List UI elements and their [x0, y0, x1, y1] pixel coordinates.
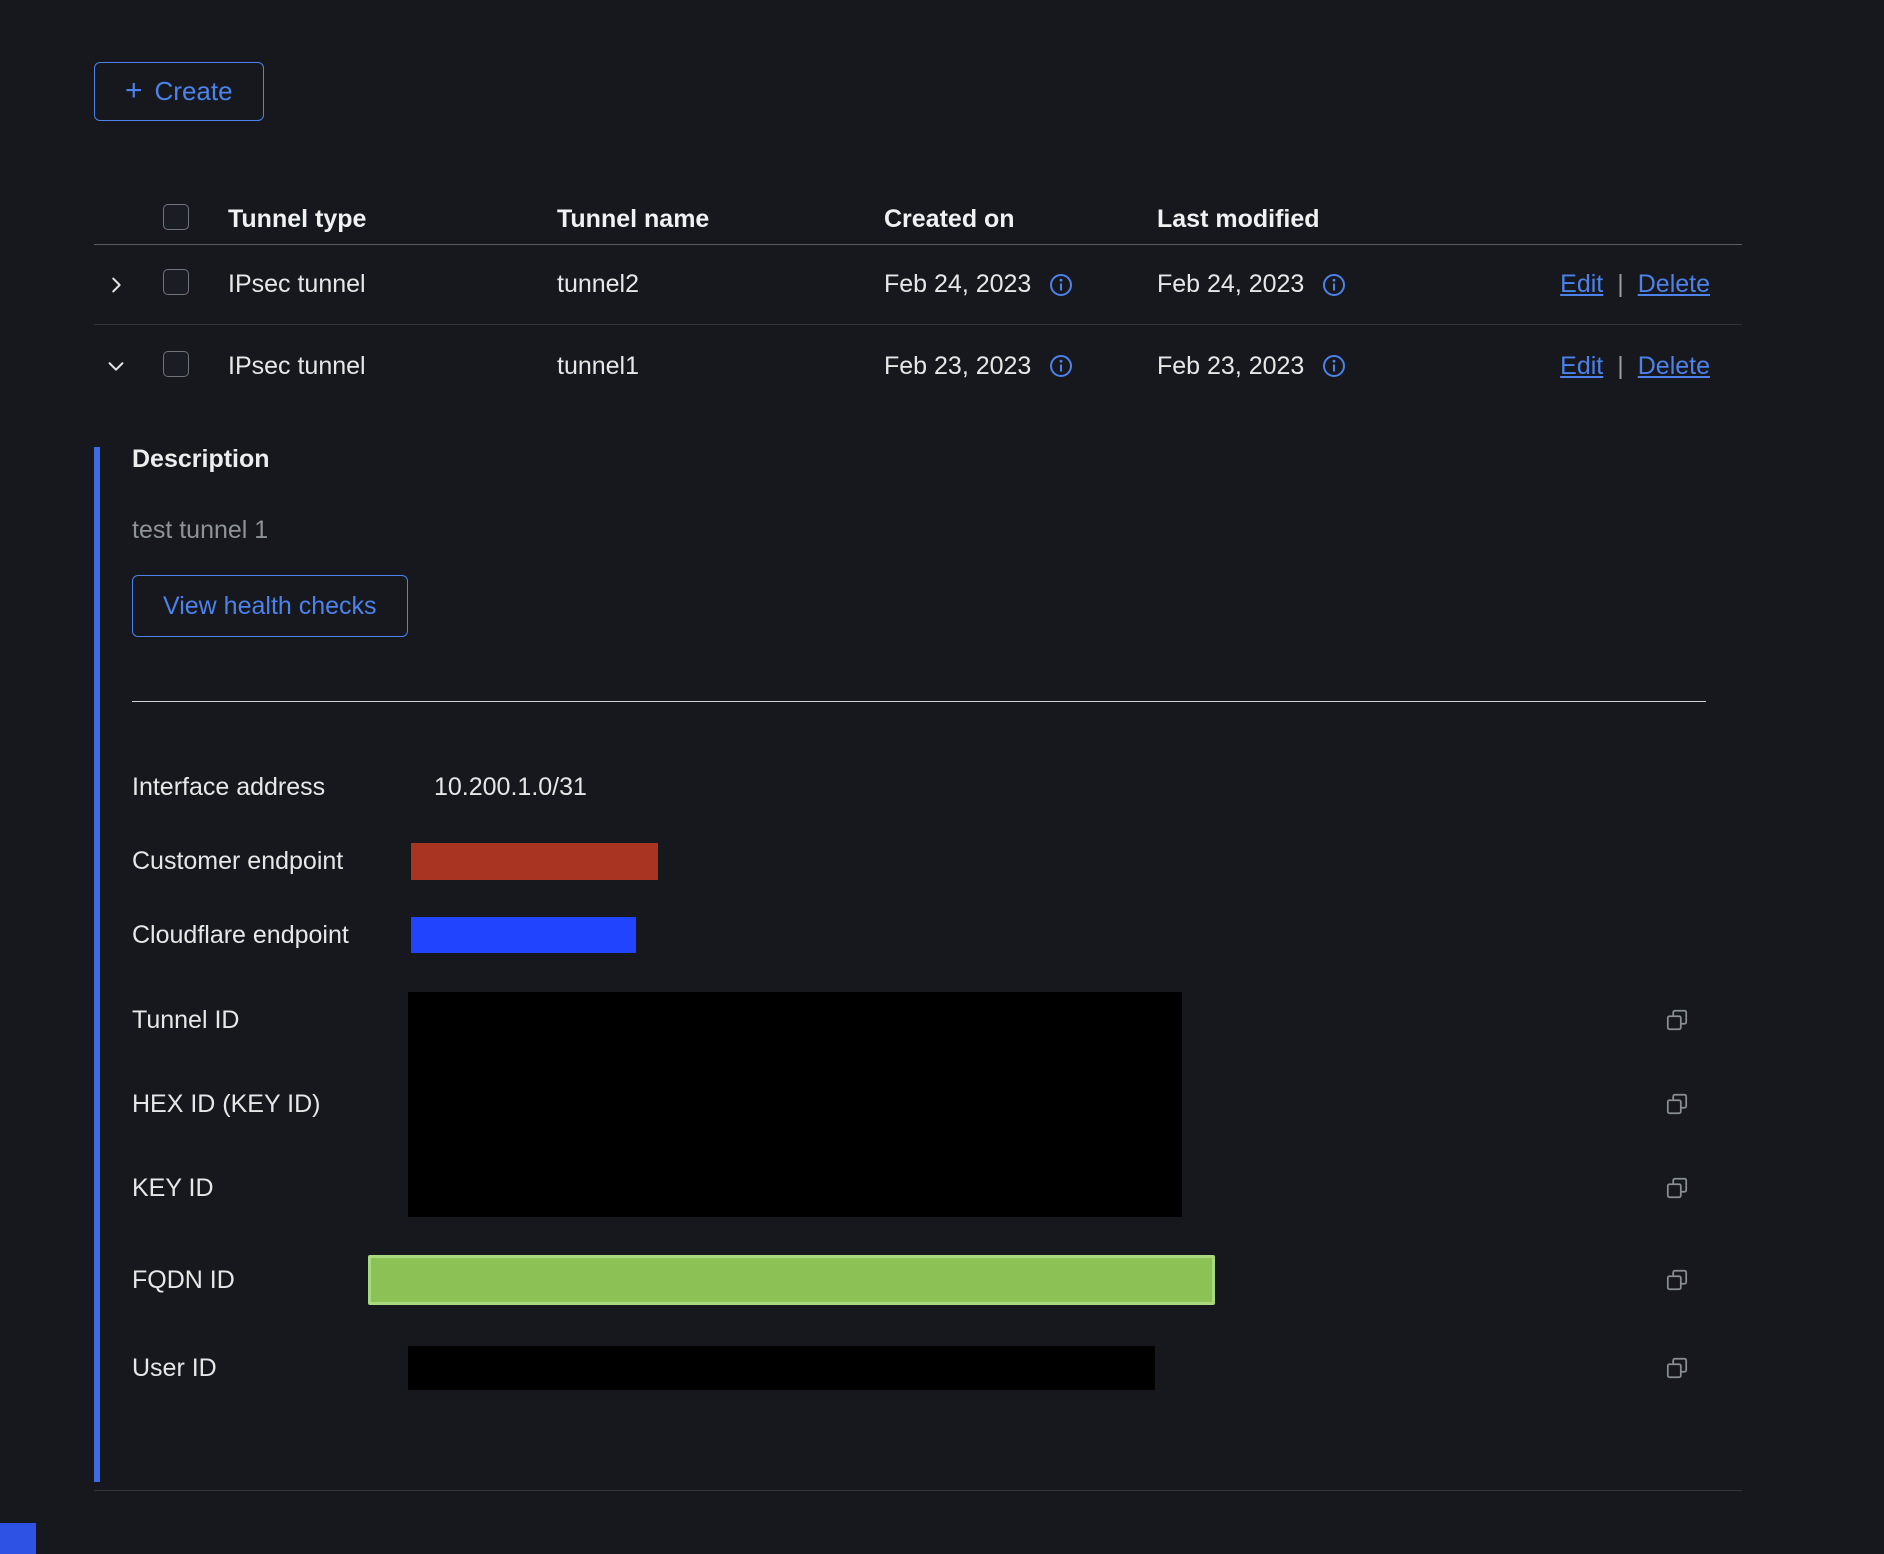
field-fqdn-id: FQDN ID: [132, 1236, 1742, 1324]
field-label: Cloudflare endpoint: [132, 921, 408, 950]
description-label: Description: [132, 445, 1742, 474]
tunnels-table: Tunnel type Tunnel name Created on Last …: [94, 194, 1742, 1491]
tunnel-type-cell: IPsec tunnel: [228, 270, 557, 299]
field-label: Customer endpoint: [132, 847, 408, 876]
fqdn-id-redaction: [368, 1255, 1215, 1305]
copy-tunnel-id-button[interactable]: [1664, 978, 1690, 1062]
copy-icon: [1664, 1091, 1690, 1117]
id-copy-buttons: [1664, 978, 1690, 1230]
row-actions: Edit | Delete: [1537, 270, 1710, 299]
created-on-value: Feb 24, 2023: [884, 270, 1031, 299]
row-actions: Edit | Delete: [1537, 352, 1710, 381]
copy-hex-id-button[interactable]: [1664, 1062, 1690, 1146]
field-label: Tunnel ID: [132, 978, 408, 1062]
row-checkbox-cell: [138, 269, 228, 300]
chevron-right-icon: [105, 274, 127, 296]
copy-fqdn-id-button[interactable]: [1664, 1267, 1690, 1293]
created-on-cell: Feb 24, 2023: [884, 270, 1157, 299]
field-label: FQDN ID: [132, 1266, 408, 1295]
created-on-cell: Feb 23, 2023: [884, 352, 1157, 381]
plus-icon: +: [125, 76, 143, 106]
section-divider: [132, 701, 1706, 702]
info-icon[interactable]: [1049, 354, 1073, 378]
tunnels-page: + Create Tunnel type Tunnel name Created…: [0, 0, 1884, 1554]
field-label: Interface address: [132, 773, 408, 802]
delete-link[interactable]: Delete: [1638, 270, 1710, 299]
cloudflare-endpoint-redaction: [411, 917, 636, 953]
tunnel-detail-panel: Description test tunnel 1 View health ch…: [94, 445, 1742, 1491]
field-group-ids: Tunnel ID HEX ID (KEY ID) KEY ID: [132, 978, 1742, 1230]
col-header-last-modified: Last modified: [1157, 205, 1537, 234]
copy-icon: [1664, 1175, 1690, 1201]
id-labels: Tunnel ID HEX ID (KEY ID) KEY ID: [132, 978, 408, 1230]
field-label: HEX ID (KEY ID): [132, 1062, 408, 1146]
table-row: IPsec tunnel tunnel1 Feb 23, 2023 Feb 23…: [94, 325, 1742, 407]
row-checkbox[interactable]: [163, 269, 189, 295]
edit-link[interactable]: Edit: [1560, 352, 1603, 381]
interface-address-value: 10.200.1.0/31: [434, 773, 587, 802]
field-cloudflare-endpoint: Cloudflare endpoint: [132, 898, 1742, 972]
bottom-left-accent: [0, 1523, 36, 1554]
field-customer-endpoint: Customer endpoint: [132, 824, 1742, 898]
col-header-created-on: Created on: [884, 205, 1157, 234]
page-content: + Create Tunnel type Tunnel name Created…: [94, 62, 1742, 1491]
last-modified-value: Feb 23, 2023: [1157, 352, 1304, 381]
tunnel-type-cell: IPsec tunnel: [228, 352, 557, 381]
select-all-checkbox[interactable]: [163, 204, 189, 230]
field-user-id: User ID: [132, 1324, 1742, 1412]
expand-row-button[interactable]: [94, 274, 138, 296]
description-value: test tunnel 1: [132, 516, 1742, 545]
ids-redaction: [408, 992, 1182, 1217]
tunnel-name-cell: tunnel1: [557, 352, 884, 381]
copy-key-id-button[interactable]: [1664, 1146, 1690, 1230]
col-header-tunnel-name: Tunnel name: [557, 205, 884, 234]
header-checkbox-cell: [138, 204, 228, 235]
tunnel-name-cell: tunnel2: [557, 270, 884, 299]
customer-endpoint-redaction: [411, 843, 658, 880]
user-id-redaction: [408, 1346, 1155, 1390]
table-row: IPsec tunnel tunnel2 Feb 24, 2023 Feb 24…: [94, 245, 1742, 325]
last-modified-value: Feb 24, 2023: [1157, 270, 1304, 299]
row-checkbox-cell: [138, 351, 228, 382]
info-icon[interactable]: [1049, 273, 1073, 297]
field-label: KEY ID: [132, 1146, 408, 1230]
actions-separator: |: [1617, 352, 1624, 381]
info-icon[interactable]: [1322, 273, 1346, 297]
last-modified-cell: Feb 23, 2023: [1157, 352, 1537, 381]
create-button-label: Create: [155, 76, 233, 107]
last-modified-cell: Feb 24, 2023: [1157, 270, 1537, 299]
create-button[interactable]: + Create: [94, 62, 264, 121]
info-icon[interactable]: [1322, 354, 1346, 378]
view-health-checks-button[interactable]: View health checks: [132, 575, 408, 637]
field-label: User ID: [132, 1354, 408, 1383]
field-interface-address: Interface address 10.200.1.0/31: [132, 750, 1742, 824]
edit-link[interactable]: Edit: [1560, 270, 1603, 299]
copy-icon: [1664, 1007, 1690, 1033]
copy-icon: [1664, 1355, 1690, 1381]
tunnel-fields: Interface address 10.200.1.0/31 Customer…: [132, 750, 1742, 1412]
delete-link[interactable]: Delete: [1638, 352, 1710, 381]
copy-icon: [1664, 1267, 1690, 1293]
created-on-value: Feb 23, 2023: [884, 352, 1031, 381]
row-checkbox[interactable]: [163, 351, 189, 377]
chevron-down-icon: [105, 355, 127, 377]
col-header-tunnel-type: Tunnel type: [228, 205, 557, 234]
copy-user-id-button[interactable]: [1664, 1355, 1690, 1381]
actions-separator: |: [1617, 270, 1624, 299]
table-header-row: Tunnel type Tunnel name Created on Last …: [94, 194, 1742, 245]
collapse-row-button[interactable]: [94, 355, 138, 377]
